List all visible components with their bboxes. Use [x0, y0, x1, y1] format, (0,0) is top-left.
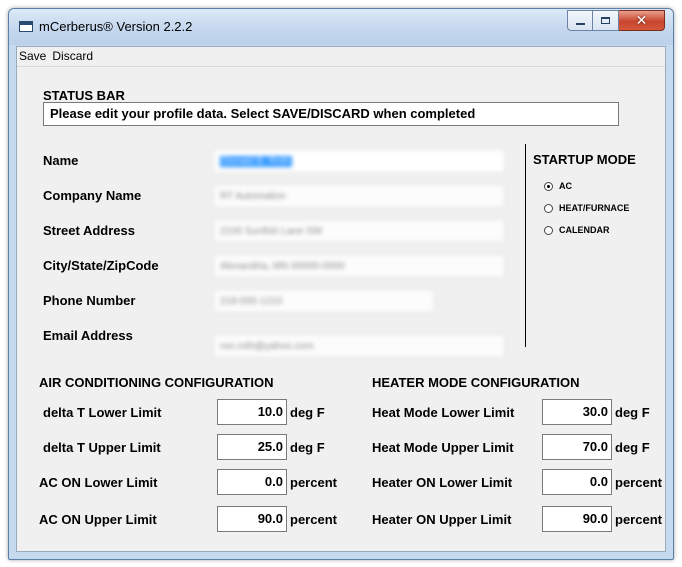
window-controls: ✕ [567, 10, 665, 31]
name-label: Name [43, 153, 79, 168]
startup-option-label: AC [559, 181, 572, 191]
heat-mode-upper-label: Heat Mode Upper Limit [372, 440, 514, 455]
city-state-zip-label: City/State/ZipCode [43, 258, 159, 273]
heater-on-upper-input[interactable]: 90.0 [542, 506, 612, 532]
street-address-label: Street Address [43, 223, 135, 238]
phone-number-label: Phone Number [43, 293, 136, 308]
ac-on-upper-input[interactable]: 90.0 [217, 506, 287, 532]
ac-delta-t-lower-unit: deg F [290, 405, 325, 420]
status-bar-message: Please edit your profile data. Select SA… [43, 102, 619, 126]
heater-on-lower-unit: percent [615, 475, 662, 490]
name-field[interactable]: Donald B. Roth [213, 149, 505, 173]
city-state-zip-field[interactable]: Alexandria, MN 00000-0000 [213, 254, 505, 278]
startup-mode-title: STARTUP MODE [533, 152, 636, 167]
company-name-field[interactable]: RT Automation [213, 184, 505, 208]
ac-delta-t-lower-input[interactable]: 10.0 [217, 399, 287, 425]
name-value: Donald B. Roth [220, 156, 292, 167]
client-area: Save Discard STATUS BAR Please edit your… [16, 46, 666, 552]
ac-on-lower-unit: percent [290, 475, 337, 490]
maximize-icon [601, 17, 610, 24]
heater-on-lower-label: Heater ON Lower Limit [372, 475, 513, 490]
window-title: mCerberus® Version 2.2.2 [39, 19, 193, 34]
startup-option-ac[interactable]: AC [544, 181, 572, 191]
close-icon: ✕ [635, 12, 648, 29]
radio-selected-icon [544, 181, 553, 191]
ac-delta-t-upper-unit: deg F [290, 440, 325, 455]
ac-on-lower-label: AC ON Lower Limit [39, 475, 158, 490]
company-name-label: Company Name [43, 188, 142, 203]
radio-unselected-icon [544, 225, 553, 235]
heat-mode-upper-input[interactable]: 70.0 [542, 434, 612, 460]
ac-delta-t-lower-label: delta T Lower Limit [43, 405, 162, 420]
close-button[interactable]: ✕ [619, 10, 665, 31]
app-window: mCerberus® Version 2.2.2 ✕ Save Discard … [8, 8, 674, 560]
startup-option-label: HEAT/FURNACE [559, 203, 630, 213]
email-address-field[interactable]: ron.roth@yahoo.com [213, 334, 505, 358]
heater-on-lower-input[interactable]: 0.0 [542, 469, 612, 495]
startup-option-heat-furnace[interactable]: HEAT/FURNACE [544, 203, 629, 213]
menu-discard[interactable]: Discard [50, 47, 97, 66]
ac-on-upper-label: AC ON Upper Limit [39, 512, 157, 527]
heater-on-upper-unit: percent [615, 512, 662, 527]
title-bar[interactable]: mCerberus® Version 2.2.2 ✕ [9, 9, 673, 45]
menu-save[interactable]: Save [17, 47, 50, 66]
heat-mode-upper-unit: deg F [615, 440, 650, 455]
menu-bar: Save Discard [17, 47, 665, 67]
ac-on-lower-input[interactable]: 0.0 [217, 469, 287, 495]
ac-on-upper-unit: percent [290, 512, 337, 527]
startup-option-label: CALENDAR [559, 225, 610, 235]
street-address-field[interactable]: 2100 Sunfish Lane SW [213, 219, 505, 243]
ac-config-title: AIR CONDITIONING CONFIGURATION [39, 375, 274, 390]
minimize-icon [575, 23, 585, 25]
startup-option-calendar[interactable]: CALENDAR [544, 225, 610, 235]
maximize-button[interactable] [593, 10, 619, 31]
app-window-icon[interactable] [19, 21, 33, 32]
heat-mode-lower-unit: deg F [615, 405, 650, 420]
heater-on-upper-label: Heater ON Upper Limit [372, 512, 512, 527]
startup-divider [525, 144, 526, 347]
heat-mode-lower-input[interactable]: 30.0 [542, 399, 612, 425]
minimize-button[interactable] [567, 10, 593, 31]
radio-unselected-icon [544, 203, 553, 213]
ac-delta-t-upper-input[interactable]: 25.0 [217, 434, 287, 460]
ac-delta-t-upper-label: delta T Upper Limit [43, 440, 161, 455]
status-bar-title: STATUS BAR [43, 88, 125, 103]
phone-number-field[interactable]: 218-555-1210 [213, 289, 435, 313]
heater-config-title: HEATER MODE CONFIGURATION [372, 375, 580, 390]
email-address-label: Email Address [43, 328, 133, 343]
heat-mode-lower-label: Heat Mode Lower Limit [372, 405, 515, 420]
